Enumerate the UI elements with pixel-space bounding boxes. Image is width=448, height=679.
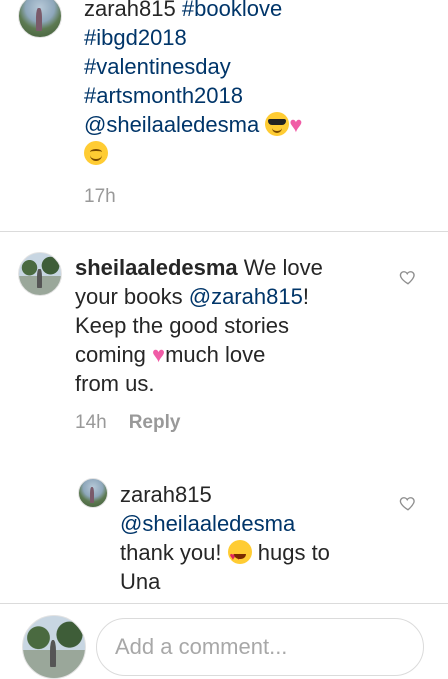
hashtag[interactable]: #booklove	[182, 0, 282, 21]
mention-link[interactable]: @zarah815	[189, 284, 303, 309]
comment-body: sheilaaledesma We love your books @zarah…	[75, 253, 405, 398]
two-hearts-emoji-icon: ♥	[289, 112, 303, 137]
reply-button[interactable]: Reply	[129, 412, 181, 433]
comment-meta: 14h Reply	[75, 412, 180, 434]
divider	[0, 603, 448, 604]
sunglasses-emoji-icon	[265, 112, 290, 136]
like-heart-icon[interactable]	[399, 494, 417, 512]
comment-text: much love	[165, 342, 266, 367]
comment-text: thank you!	[120, 540, 228, 565]
hashtag[interactable]: #ibgd2018	[84, 25, 187, 50]
user-avatar	[22, 615, 86, 679]
avatar[interactable]	[18, 252, 62, 296]
hashtag[interactable]: #artsmonth2018	[84, 83, 243, 108]
mention-link[interactable]: @sheilaaledesma	[84, 112, 259, 137]
avatar[interactable]	[78, 478, 108, 508]
heart-eyes-emoji-icon	[227, 540, 252, 572]
comment-text: Keep the good stories	[75, 313, 290, 338]
hashtag[interactable]: #valentinesday	[84, 54, 231, 79]
comment-text: coming	[75, 342, 153, 367]
comment-timestamp: 17h	[84, 186, 116, 207]
like-heart-icon[interactable]	[399, 268, 417, 286]
comment-username[interactable]: zarah815	[120, 482, 212, 507]
comment-text: your books	[75, 284, 189, 309]
comment-username[interactable]: sheilaaledesma	[75, 255, 238, 280]
sparkling-heart-emoji-icon: ♥	[152, 342, 166, 367]
comment-text: !	[302, 284, 309, 309]
comment-body: zarah815 #booklove #ibgd2018 #valentines…	[84, 0, 414, 168]
comment-text: We love	[237, 255, 323, 280]
avatar[interactable]	[18, 0, 62, 38]
comment-body: zarah815 @sheilaaledesma thank you! hugs…	[120, 480, 400, 596]
divider	[0, 231, 448, 232]
comment-text: Una	[120, 569, 161, 594]
comment-timestamp: 14h	[75, 412, 107, 433]
comment-text: from us.	[75, 371, 155, 396]
comment-text: hugs to	[251, 540, 330, 565]
mention-link[interactable]: @sheilaaledesma	[120, 511, 295, 536]
comment-username[interactable]: zarah815	[84, 0, 176, 21]
smiling-face-emoji-icon	[84, 141, 108, 165]
comment-input[interactable]	[96, 618, 424, 676]
